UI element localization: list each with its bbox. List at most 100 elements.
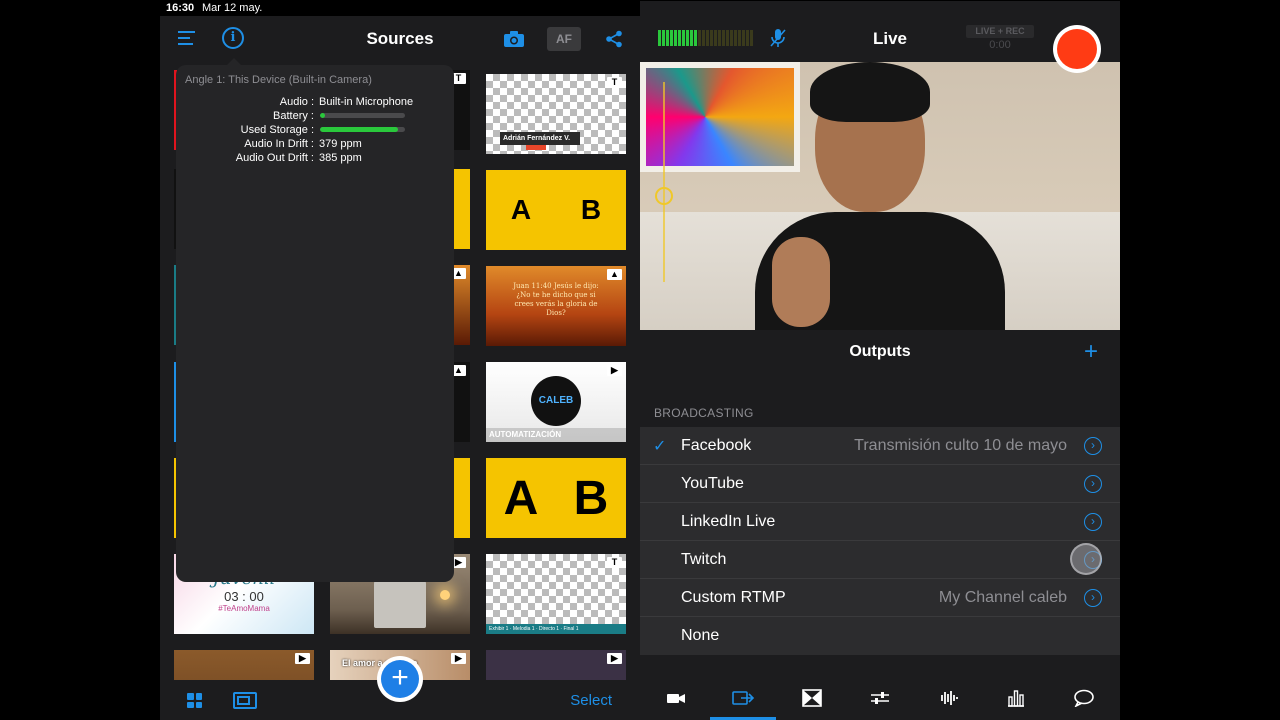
zoom-slider-handle[interactable] — [655, 187, 673, 205]
info-label: Battery : — [273, 110, 314, 122]
outputs-header: Outputs + — [640, 330, 1120, 374]
grid-view-icon[interactable] — [187, 693, 202, 708]
video-badge-icon: ▶ — [451, 653, 466, 664]
status-time: 16:30 — [166, 2, 195, 14]
thumb-juvenil-tag: #TeAmoMama — [218, 604, 270, 613]
chevron-right-icon[interactable]: › — [1084, 589, 1102, 607]
source-thumb-scoreboard[interactable]: T Exhibir 1 · Melodia 1 · Directo 1 · Fi… — [486, 554, 626, 634]
video-camera-icon[interactable] — [664, 689, 688, 711]
thumb-juvenil-time: 03 : 00 — [224, 589, 264, 604]
info-title: Angle 1: This Device (Built-in Camera) — [185, 74, 372, 86]
image-badge-icon: ▲ — [607, 269, 622, 280]
source-thumb-bible-verse[interactable]: ▲ Juan 11:40 Jesús le dijo: ¿No te he di… — [486, 266, 626, 346]
battery-level-fill — [320, 113, 326, 118]
info-label: Audio In Drift : — [244, 138, 314, 150]
status-bar: 16:30 Mar 12 may. 6 % — [160, 0, 1120, 705]
info-row-storage: Used Storage : — [176, 124, 454, 138]
output-name: Custom RTMP — [681, 589, 786, 606]
camera-info-popover: Angle 1: This Device (Built-in Camera) A… — [176, 65, 454, 582]
info-row-battery: Battery : — [176, 110, 454, 124]
add-output-button[interactable]: + — [1084, 338, 1098, 366]
output-row-none[interactable]: None — [640, 617, 1120, 655]
info-value: 385 ppm — [319, 152, 362, 164]
info-label: Audio : — [279, 96, 314, 108]
output-row-twitch[interactable]: Twitch › — [640, 541, 1120, 579]
output-name: None — [681, 627, 720, 644]
audio-waveform-icon[interactable] — [936, 689, 960, 711]
output-name: YouTube — [681, 475, 744, 492]
output-row-youtube[interactable]: YouTube › — [640, 465, 1120, 503]
live-preview[interactable] — [640, 62, 1120, 330]
output-detail: Transmisión culto 10 de mayo — [854, 437, 1067, 454]
add-source-button[interactable]: + — [377, 656, 423, 702]
comments-icon[interactable] — [1072, 689, 1096, 711]
chevron-right-icon[interactable]: › — [1084, 513, 1102, 531]
live-toolbar — [640, 680, 1120, 720]
ab-label-b: B — [580, 194, 602, 225]
live-header: Live LIVE + REC 0:00 — [640, 16, 1120, 73]
source-thumb-ab-full[interactable]: A B — [486, 458, 626, 538]
info-row-audio: Audio : Built-in Microphone — [176, 96, 454, 110]
live-title: Live — [872, 29, 908, 48]
lower-third-accent — [526, 145, 546, 150]
chevron-right-icon[interactable]: › — [1084, 475, 1102, 493]
camera-icon[interactable] — [503, 30, 525, 53]
storage-level-bar — [320, 127, 405, 132]
layout-view-icon[interactable] — [233, 692, 257, 709]
broadcasting-section-label: BROADCASTING — [654, 406, 754, 420]
record-button[interactable] — [1053, 25, 1101, 73]
source-thumb-caleb[interactable]: ▶ CALEB AUTOMATIZACIÓN — [486, 362, 626, 442]
adjustments-icon[interactable] — [868, 689, 892, 711]
outputs-tab-icon[interactable] — [731, 689, 755, 711]
scoreboard-bar: Exhibir 1 · Melodia 1 · Directo 1 · Fina… — [486, 624, 626, 634]
output-name: Facebook — [681, 437, 752, 454]
chair-image — [374, 576, 426, 628]
info-row-audio-out-drift: Audio Out Drift : 385 ppm — [176, 152, 454, 166]
info-label: Used Storage : — [240, 124, 314, 136]
zoom-slider-track[interactable] — [663, 82, 665, 282]
video-badge-icon: ▶ — [607, 653, 622, 664]
source-thumb-ab-split[interactable]: A B — [486, 170, 626, 250]
output-row-facebook[interactable]: ✓ Facebook Transmisión culto 10 de mayo … — [640, 427, 1120, 465]
autofocus-button[interactable]: AF — [547, 27, 581, 51]
lower-third-name: Adrián Fernández V. — [500, 132, 580, 145]
title-badge-icon: T — [607, 557, 622, 568]
recording-time: 0:00 — [989, 39, 1011, 51]
live-rec-badge: LIVE + REC — [966, 25, 1034, 38]
sources-header: i Sources AF — [160, 16, 640, 62]
title-badge-icon: T — [607, 77, 622, 88]
output-name: Twitch — [681, 551, 727, 568]
chevron-right-icon[interactable]: › — [1084, 437, 1102, 455]
ab-label-a: A — [503, 471, 539, 525]
presenter-hair — [810, 62, 930, 122]
storage-level-fill — [320, 127, 399, 132]
live-panel: Live LIVE + REC 0:00 Outputs + BROADCAST… — [640, 16, 1120, 720]
output-row-custom-rtmp[interactable]: Custom RTMP My Channel caleb › — [640, 579, 1120, 617]
app-screen: 16:30 Mar 12 may. 6 % i Sources AF — [160, 0, 1120, 720]
info-row-audio-in-drift: Audio In Drift : 379 ppm — [176, 138, 454, 152]
info-label: Audio Out Drift : — [235, 152, 314, 164]
transition-icon[interactable] — [800, 689, 824, 711]
outputs-list: ✓ Facebook Transmisión culto 10 de mayo … — [640, 427, 1120, 655]
ab-label-a: A — [510, 194, 532, 225]
video-badge-icon: ▶ — [607, 365, 622, 376]
caleb-logo: CALEB — [531, 376, 581, 426]
ab-label-b: B — [573, 471, 609, 525]
video-badge-icon: ▶ — [295, 653, 310, 664]
record-icon — [1057, 29, 1097, 69]
bible-verse-text: Juan 11:40 Jesús le dijo: ¿No te he dich… — [513, 282, 599, 317]
info-value: Built-in Microphone — [319, 96, 414, 108]
share-icon[interactable] — [605, 30, 623, 53]
source-thumb-lower-third[interactable]: T Adrián Fernández V. — [486, 74, 626, 154]
lamp-image — [440, 590, 450, 600]
sources-panel: i Sources AF Juvenil 03 : 00 #TeAmoMama — [160, 16, 640, 720]
stats-icon[interactable] — [1004, 689, 1028, 711]
output-name: LinkedIn Live — [681, 513, 776, 530]
caleb-footer: AUTOMATIZACIÓN — [486, 428, 626, 442]
output-row-linkedin[interactable]: LinkedIn Live › — [640, 503, 1120, 541]
touch-indicator — [1070, 543, 1102, 575]
select-button[interactable]: Select — [570, 692, 612, 709]
battery-level-bar — [320, 113, 405, 118]
info-value: 379 ppm — [319, 138, 362, 150]
output-detail: My Channel caleb — [938, 589, 1067, 606]
